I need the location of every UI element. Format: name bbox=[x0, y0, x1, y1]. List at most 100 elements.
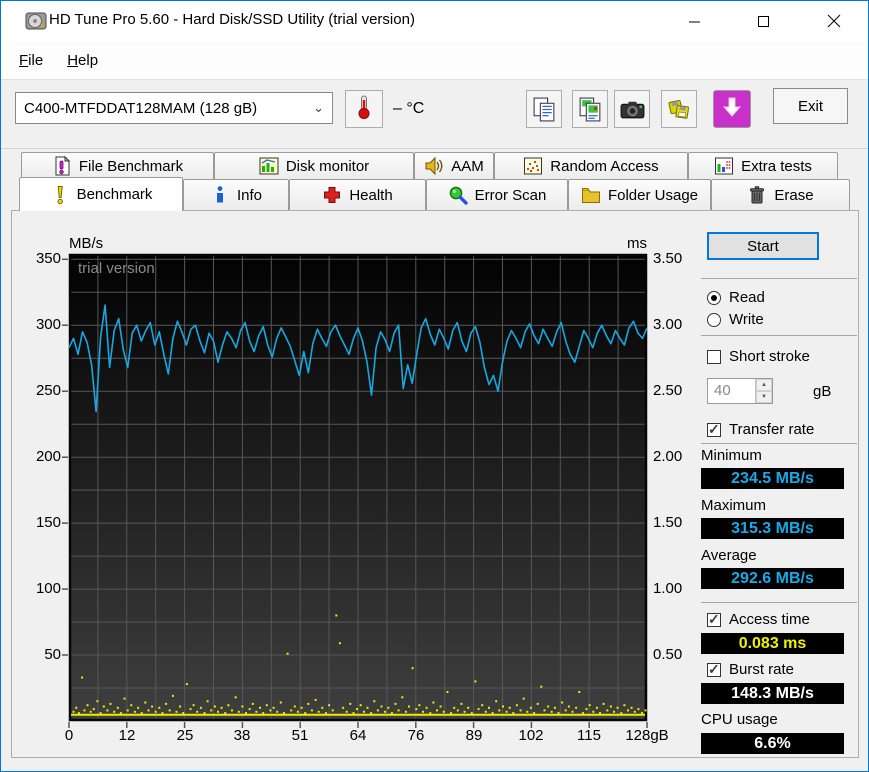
write-radio-row: Write bbox=[707, 311, 764, 328]
tab-health[interactable]: Health bbox=[289, 179, 426, 210]
tab-disk-monitor[interactable]: Disk monitor bbox=[214, 152, 414, 179]
separator bbox=[701, 278, 857, 279]
save-button[interactable] bbox=[661, 90, 697, 128]
right-axis-tick: 0.50 bbox=[653, 646, 683, 663]
copy-image-button[interactable] bbox=[572, 90, 608, 128]
aam-icon bbox=[424, 156, 444, 176]
x-axis-tick: 51 bbox=[291, 727, 309, 744]
x-axis-tick: 115 bbox=[577, 727, 601, 744]
short-stroke-checkbox[interactable] bbox=[707, 349, 721, 364]
maximize-button[interactable] bbox=[740, 1, 786, 41]
x-axis-tick: 76 bbox=[407, 727, 425, 744]
separator bbox=[701, 602, 857, 603]
tab-error-scan[interactable]: Error Scan bbox=[426, 179, 568, 210]
x-axis-tick: 102 bbox=[518, 727, 544, 744]
tab-info[interactable]: Info bbox=[183, 179, 289, 210]
stepper-up-button[interactable]: ▲ bbox=[756, 379, 772, 391]
tab-label: AAM bbox=[451, 157, 484, 175]
left-axis-unit: MB/s bbox=[69, 235, 104, 252]
right-axis-tick: 2.00 bbox=[653, 448, 683, 465]
short-stroke-unit-label: gB bbox=[813, 383, 832, 400]
health-icon bbox=[322, 185, 342, 205]
menu-bar: File Help bbox=[1, 41, 868, 79]
short-stroke-label: Short stroke bbox=[729, 348, 810, 365]
download-button[interactable] bbox=[713, 90, 751, 128]
start-button[interactable]: Start bbox=[707, 232, 819, 260]
average-value: 292.6 MB/s bbox=[701, 568, 844, 589]
tab-label: File Benchmark bbox=[78, 157, 184, 175]
x-axis-tick: 89 bbox=[465, 727, 483, 744]
right-axis-tick: 3.50 bbox=[653, 250, 683, 267]
cpu-usage-label: CPU usage bbox=[701, 711, 778, 728]
tab-extra-tests[interactable]: Extra tests bbox=[688, 152, 838, 179]
minimum-label: Minimum bbox=[701, 447, 762, 464]
error-scan-icon bbox=[448, 185, 468, 205]
right-axis-tick: 1.00 bbox=[653, 580, 683, 597]
short-stroke-row: Short stroke bbox=[707, 348, 810, 365]
read-radio[interactable] bbox=[707, 290, 721, 305]
tab-label: Extra tests bbox=[741, 157, 812, 175]
left-axis-tick: 250 bbox=[35, 382, 61, 399]
maximum-label: Maximum bbox=[701, 497, 767, 514]
file-benchmark-icon bbox=[52, 156, 72, 176]
disk-monitor-icon bbox=[259, 156, 279, 176]
tab-label: Health bbox=[349, 186, 393, 204]
transfer-rate-checkbox[interactable] bbox=[707, 421, 721, 438]
tab-folder-usage[interactable]: Folder Usage bbox=[568, 179, 711, 210]
x-axis-tick: 128gB bbox=[625, 727, 669, 744]
maximum-value: 315.3 MB/s bbox=[701, 518, 844, 539]
write-radio[interactable] bbox=[707, 312, 721, 327]
random-access-icon bbox=[523, 156, 543, 176]
right-axis-tick: 2.50 bbox=[653, 382, 683, 399]
chevron-down-icon: ⌄ bbox=[313, 100, 324, 115]
title-bar: HD Tune Pro 5.60 - Hard Disk/SSD Utility… bbox=[1, 1, 868, 41]
separator bbox=[701, 335, 857, 336]
menu-item-file[interactable]: File bbox=[7, 48, 55, 73]
x-axis-tick: 38 bbox=[233, 727, 251, 744]
read-radio-row: Read bbox=[707, 289, 765, 306]
exit-button[interactable]: Exit bbox=[773, 88, 848, 124]
copy-text-button[interactable] bbox=[526, 90, 562, 128]
close-button[interactable] bbox=[811, 1, 857, 41]
tab-label: Erase bbox=[774, 186, 814, 204]
burst-rate-value: 148.3 MB/s bbox=[701, 683, 844, 704]
access-time-checkbox[interactable] bbox=[707, 611, 721, 628]
tab-random-access[interactable]: Random Access bbox=[494, 152, 688, 179]
copy-image-icon bbox=[577, 96, 604, 123]
short-stroke-size-stepper[interactable]: 40 ▲ ▼ bbox=[707, 378, 773, 404]
left-axis-tick: 300 bbox=[35, 316, 61, 333]
cpu-usage-value: 6.6% bbox=[701, 733, 844, 754]
app-icon bbox=[25, 10, 47, 32]
x-axis-tick: 25 bbox=[176, 727, 194, 744]
tab-benchmark[interactable]: Benchmark bbox=[19, 177, 183, 211]
tab-erase[interactable]: Erase bbox=[711, 179, 850, 210]
window-title: HD Tune Pro 5.60 - Hard Disk/SSD Utility… bbox=[49, 11, 415, 28]
save-icon bbox=[666, 96, 693, 123]
left-axis-tick: 50 bbox=[44, 646, 61, 663]
svg-text:trial version: trial version bbox=[78, 260, 155, 277]
tab-label: Folder Usage bbox=[607, 186, 699, 204]
left-axis-tick: 150 bbox=[35, 514, 61, 531]
menu-item-help[interactable]: Help bbox=[55, 48, 110, 73]
x-axis-tick: 0 bbox=[64, 727, 74, 744]
stepper-down-button[interactable]: ▼ bbox=[756, 391, 772, 403]
x-axis-tick: 12 bbox=[118, 727, 136, 744]
screenshot-button[interactable] bbox=[614, 90, 650, 128]
right-axis-unit: ms bbox=[627, 235, 647, 252]
burst-rate-checkbox[interactable] bbox=[707, 661, 721, 678]
write-label: Write bbox=[729, 311, 764, 328]
tab-label: Error Scan bbox=[474, 186, 547, 204]
tab-file-benchmark[interactable]: File Benchmark bbox=[21, 152, 214, 179]
toolbar: C400-MTFDDAT128MAM (128 gB) ⌄ – °C Exit bbox=[1, 79, 868, 149]
extra-tests-icon bbox=[714, 156, 734, 176]
minimum-value: 234.5 MB/s bbox=[701, 468, 844, 489]
minimize-icon bbox=[688, 21, 700, 22]
average-label: Average bbox=[701, 547, 757, 564]
drive-selector[interactable]: C400-MTFDDAT128MAM (128 gB) ⌄ bbox=[15, 92, 333, 124]
minimize-button[interactable] bbox=[671, 1, 717, 41]
temperature-value: – °C bbox=[393, 100, 425, 117]
tab-aam[interactable]: AAM bbox=[414, 152, 494, 179]
left-axis-tick: 100 bbox=[35, 580, 61, 597]
temperature-button[interactable] bbox=[345, 90, 383, 128]
access-time-label: Access time bbox=[729, 611, 810, 628]
